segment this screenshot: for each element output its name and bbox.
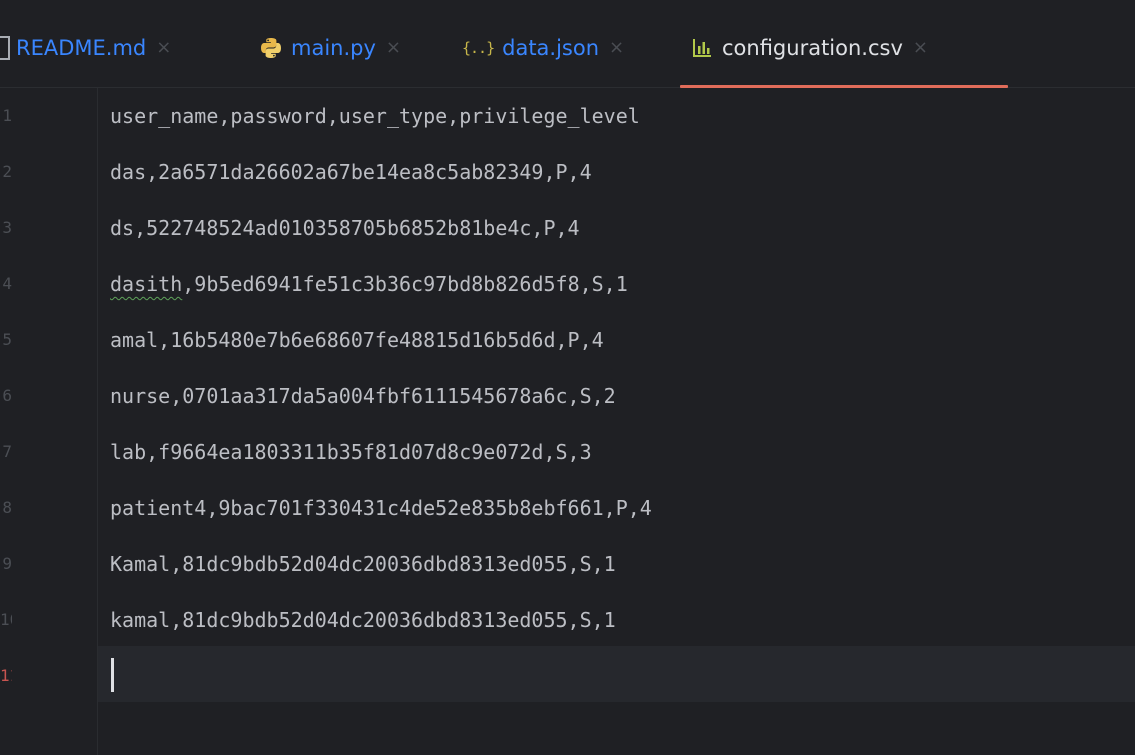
code-line[interactable]: patient4,9bac701f330431c4de52e835b8ebf66… [110,480,652,536]
line-number: 8 [2,498,12,517]
code-line[interactable]: user_name,password,user_type,privilege_l… [110,88,640,144]
line-number: 9 [2,554,12,573]
code-line[interactable]: kamal,81dc9bdb52d04dc20036dbd8313ed055,S… [110,592,616,648]
python-icon [259,36,283,60]
line-number: 7 [2,442,12,461]
line-number: 10 [0,610,12,629]
tab-label: README.md [16,36,147,60]
code-editor[interactable]: 1 2 3 4 5 6 7 8 9 10 11 user_name,passwo… [0,88,1135,755]
line-number: 3 [2,218,12,237]
tab-main-py[interactable]: main.py × [259,30,401,66]
code-line[interactable]: nurse,0701aa317da5a004fbf6111545678a6c,S… [110,368,616,424]
line-number: 5 [2,330,12,349]
tab-readme[interactable]: README.md × [0,30,171,66]
tab-label: data.json [502,36,600,60]
tab-label: main.py [291,36,376,60]
text-cursor [111,658,114,692]
line-number: 2 [2,162,12,181]
line-number-gutter: 1 2 3 4 5 6 7 8 9 10 11 [0,88,98,755]
line-number: 11 [0,666,12,685]
close-icon[interactable]: × [913,30,928,66]
csv-chart-icon [690,36,714,60]
markdown-icon [0,36,10,60]
current-line-highlight [0,646,1135,702]
line-number: 4 [2,274,12,293]
code-line-rest: ,9b5ed6941fe51c3b36c97bd8b826d5f8,S,1 [182,272,628,296]
close-icon[interactable]: × [156,30,171,66]
editor-tab-bar: README.md × main.py × {..} data.json × c… [0,0,1135,88]
code-line[interactable]: lab,f9664ea1803311b35f81d07d8c9e072d,S,3 [110,424,592,480]
code-line[interactable]: amal,16b5480e7b6e68607fe48815d16b5d6d,P,… [110,312,604,368]
close-icon[interactable]: × [386,30,401,66]
code-line[interactable]: dasith,9b5ed6941fe51c3b36c97bd8b826d5f8,… [110,256,628,312]
spell-check-word[interactable]: dasith [110,272,182,296]
json-icon: {..} [462,39,495,57]
tab-label: configuration.csv [722,36,903,60]
code-line[interactable]: das,2a6571da26602a67be14ea8c5ab82349,P,4 [110,144,592,200]
close-icon[interactable]: × [609,30,624,66]
ide-window: README.md × main.py × {..} data.json × c… [0,0,1135,755]
code-line[interactable]: Kamal,81dc9bdb52d04dc20036dbd8313ed055,S… [110,536,616,592]
line-number: 6 [2,386,12,405]
tab-configuration-csv[interactable]: configuration.csv × [690,30,928,66]
code-line[interactable]: ds,522748524ad010358705b6852b81be4c,P,4 [110,200,580,256]
tab-data-json[interactable]: {..} data.json × [462,30,624,66]
line-number: 1 [2,106,12,125]
